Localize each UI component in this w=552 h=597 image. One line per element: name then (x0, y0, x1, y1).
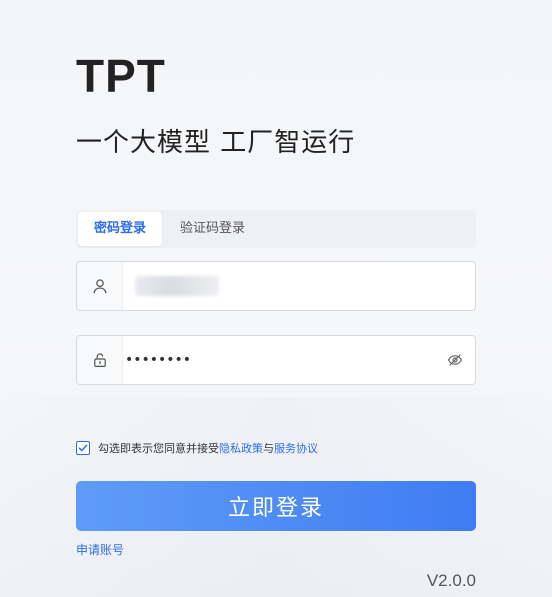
user-icon (77, 262, 123, 310)
login-tabs: 密码登录 验证码登录 (76, 210, 476, 248)
username-field (76, 261, 476, 311)
privacy-policy-link[interactable]: 隐私政策 (219, 440, 263, 456)
brand-title: TPT (76, 50, 166, 102)
login-panel: TPT 一个大模型 工厂智运行 密码登录 验证码登录 •••••••• 勾选即表… (76, 0, 476, 597)
check-icon (78, 444, 88, 452)
agreement-row: 勾选即表示您同意并接受 隐私政策与服务协议 (76, 440, 318, 456)
agreement-and-text: 与 (263, 442, 274, 455)
apply-account-link[interactable]: 申请账号 (76, 541, 124, 558)
tab-code-login[interactable]: 验证码登录 (164, 212, 261, 246)
lock-icon (77, 336, 123, 384)
login-button[interactable]: 立即登录 (76, 481, 476, 531)
tab-password-login[interactable]: 密码登录 (78, 212, 163, 246)
service-agreement-link[interactable]: 服务协议 (274, 440, 318, 456)
eye-slash-icon[interactable] (435, 336, 475, 384)
slogan: 一个大模型 工厂智运行 (76, 128, 356, 158)
agreement-text: 勾选即表示您同意并接受 (98, 442, 219, 455)
password-field (76, 335, 476, 385)
version-label: V2.0.0 (426, 571, 476, 590)
username-redacted-value (135, 276, 219, 296)
password-input[interactable] (123, 337, 435, 383)
agreement-checkbox[interactable] (76, 441, 90, 455)
